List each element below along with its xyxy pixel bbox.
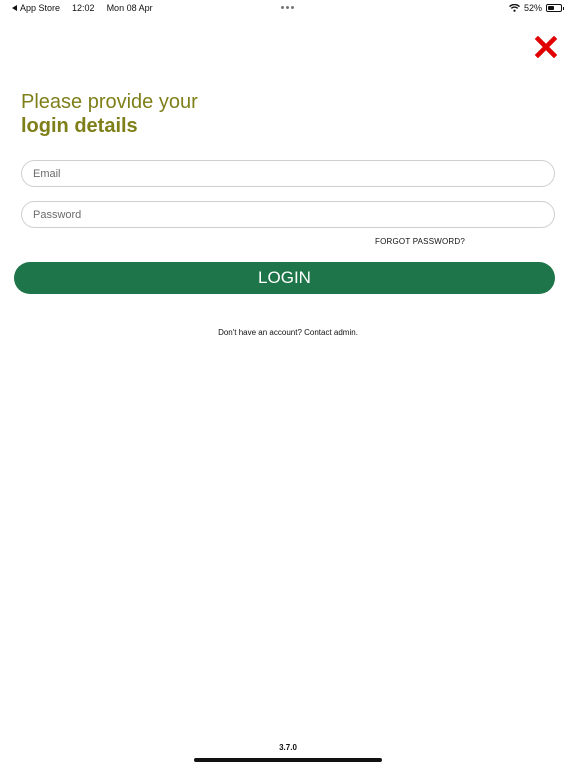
title-line-2: login details	[21, 115, 138, 137]
account-note: Don't have an account? Contact admin.	[218, 328, 358, 337]
title-line-1: Please provide your	[21, 91, 198, 113]
status-date: Mon 08 Apr	[106, 3, 153, 13]
close-icon	[534, 35, 558, 59]
back-app-label: App Store	[20, 3, 61, 13]
home-indicator[interactable]	[194, 758, 382, 762]
password-field[interactable]	[21, 201, 555, 228]
status-bar: App Store 12:02 Mon 08 Apr 52%	[0, 0, 576, 16]
status-right: 52%	[508, 0, 564, 16]
close-button[interactable]	[534, 35, 558, 59]
wifi-icon	[508, 4, 520, 12]
battery-percent: 52%	[523, 3, 542, 13]
page-title: Please provide your login details	[21, 90, 198, 138]
back-arrow-icon	[12, 5, 17, 11]
login-button[interactable]: LOGIN	[14, 262, 555, 294]
login-screen: App Store 12:02 Mon 08 Apr 52% Please pr…	[0, 0, 576, 768]
app-version: 3.7.0	[279, 743, 297, 752]
forgot-password-link[interactable]: FORGOT PASSWORD?	[375, 237, 465, 246]
multitasking-dots-icon[interactable]	[281, 6, 294, 9]
battery-icon	[546, 4, 564, 12]
status-left[interactable]: App Store 12:02 Mon 08 Apr	[12, 0, 153, 16]
email-field[interactable]	[21, 160, 555, 187]
status-time: 12:02	[72, 3, 95, 13]
